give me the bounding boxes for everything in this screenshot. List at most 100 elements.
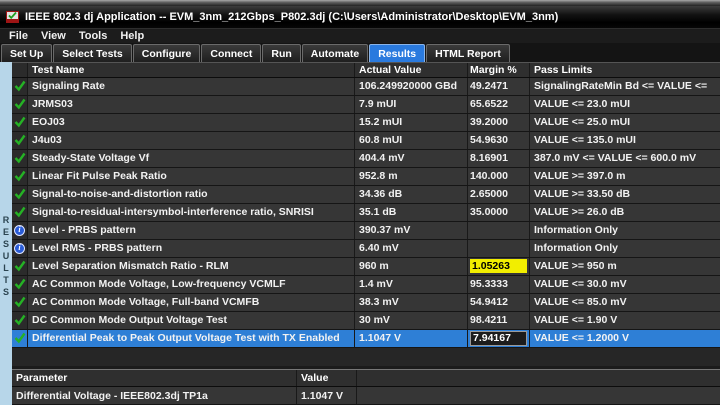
margin-column-header: Margin % — [468, 63, 530, 77]
status-column-header — [12, 63, 28, 77]
table-row[interactable]: DC Common Mode Output Voltage Test 30 mV 9… — [12, 311, 720, 330]
table-row[interactable]: Signaling Rate 106.249920000 GBd 49.2471 Si… — [12, 77, 720, 96]
table-row[interactable]: Signal-to-noise-and-distortion ratio 34.3… — [12, 185, 720, 204]
table-row[interactable]: AC Common Mode Voltage, Full-band VCMFB 3… — [12, 293, 720, 312]
parameter-column-header: Parameter — [12, 370, 297, 386]
table-row[interactable]: AC Common Mode Voltage, Low-frequency VC… — [12, 275, 720, 294]
parameter-name-cell: Differential Voltage - IEEE802.3dj TP1a — [12, 387, 297, 404]
menu-tools[interactable]: Tools — [79, 30, 108, 42]
margin-cell: 1.05263 — [468, 257, 530, 275]
margin-value: 54.9630 — [470, 134, 508, 147]
pass-check-icon — [14, 188, 26, 200]
table-row[interactable]: J4u03 60.8 mUI 54.9630 VALUE <= 135.0 mUI — [12, 131, 720, 150]
details-table-body: Differential Voltage - IEEE802.3dj TP1a 1… — [12, 387, 720, 405]
actual-value-cell: 390.37 mV — [355, 221, 468, 239]
margin-cell: 140.000 — [468, 167, 530, 185]
pass-limits-cell: 387.0 mV <= VALUE <= 600.0 mV — [534, 152, 697, 165]
status-cell — [12, 329, 28, 347]
actual-value-cell: 1.4 mV — [355, 275, 468, 293]
value-column-header: Value — [297, 370, 357, 386]
menu-view[interactable]: View — [41, 30, 66, 42]
margin-value: 2.65000 — [470, 188, 508, 201]
table-row[interactable]: Level Separation Mismatch Ratio - RLM 960… — [12, 257, 720, 276]
margin-value: 39.2000 — [470, 116, 508, 129]
table-row[interactable]: JRMS03 7.9 mUI 65.6522 VALUE <= 23.0 mUI — [12, 95, 720, 114]
menu-help[interactable]: Help — [120, 30, 144, 42]
test-name-cell: Level Separation Mismatch Ratio - RLM — [28, 257, 355, 275]
table-row[interactable]: i Level RMS - PRBS pattern 6.40 mV Informat… — [12, 239, 720, 258]
test-name-cell: Differential Peak to Peak Output Voltage… — [28, 329, 355, 347]
pass-limits-cell: SignalingRateMin Bd <= VALUE <= — [534, 80, 708, 93]
results-vertical-strip[interactable]: RESULTS — [0, 62, 12, 405]
status-cell — [12, 167, 28, 185]
results-strip-letter: L — [3, 263, 9, 273]
test-name-cell: JRMS03 — [28, 95, 355, 113]
table-row[interactable]: Linear Fit Pulse Peak Ratio 952.8 m 140.00… — [12, 167, 720, 186]
test-name-cell: Level - PRBS pattern — [28, 221, 355, 239]
actual-value-cell: 60.8 mUI — [355, 131, 468, 149]
pass-limits-cell: VALUE >= 33.50 dB — [534, 188, 631, 201]
menu-bar: File View Tools Help — [0, 28, 720, 43]
results-panel: Test Name Actual Value Margin % Pass Lim… — [12, 62, 720, 405]
parameter-row-spacer — [357, 387, 720, 404]
pass-check-icon — [14, 134, 26, 146]
pass-limits-cell: VALUE >= 397.0 m — [534, 170, 626, 183]
actual-value-cell: 952.8 m — [355, 167, 468, 185]
pass-check-icon — [14, 152, 26, 164]
table-row[interactable]: Steady-State Voltage Vf 404.4 mV 8.16901 38… — [12, 149, 720, 168]
status-cell — [12, 113, 28, 131]
margin-highlight-yellow: 1.05263 — [470, 259, 527, 274]
tab-automate[interactable]: Automate — [301, 44, 369, 62]
margin-cell: 2.65000 — [468, 185, 530, 203]
tab-connect[interactable]: Connect — [201, 44, 262, 62]
tab-configure[interactable]: Configure — [132, 44, 201, 62]
pass-limits-cell: VALUE <= 135.0 mUI — [534, 134, 636, 147]
margin-cell: 54.9630 — [468, 131, 530, 149]
tab-run[interactable]: Run — [262, 44, 301, 62]
margin-focus-cell: 7.94167 — [470, 330, 527, 346]
details-table-header: Parameter Value — [12, 370, 720, 387]
tab-results[interactable]: Results — [369, 44, 426, 62]
results-table-header: Test Name Actual Value Margin % Pass Lim… — [12, 62, 720, 78]
content-area: RESULTS Test Name Actual Value Margin % … — [0, 62, 720, 405]
status-cell — [12, 131, 28, 149]
tab-html-report[interactable]: HTML Report — [426, 44, 510, 62]
test-name-cell: Signal-to-noise-and-distortion ratio — [28, 185, 355, 203]
tab-select-tests[interactable]: Select Tests — [53, 44, 132, 62]
test-name-cell: AC Common Mode Voltage, Low-frequency VC… — [28, 275, 355, 293]
margin-value: 54.9412 — [470, 296, 508, 309]
window-title: IEEE 802.3 dj Application -- EVM_3nm_212… — [25, 11, 559, 23]
pass-check-icon — [14, 260, 26, 272]
test-name-cell: Steady-State Voltage Vf — [28, 149, 355, 167]
table-row[interactable]: EOJ03 15.2 mUI 39.2000 VALUE <= 25.0 mUI — [12, 113, 720, 132]
test-name-cell: AC Common Mode Voltage, Full-band VCMFB — [28, 293, 355, 311]
actual-value-cell: 34.36 dB — [355, 185, 468, 203]
actual-value-cell: 30 mV — [355, 311, 468, 329]
actual-value-cell: 15.2 mUI — [355, 113, 468, 131]
margin-cell — [468, 239, 530, 257]
title-bar[interactable]: IEEE 802.3 dj Application -- EVM_3nm_212… — [0, 6, 720, 28]
table-row[interactable]: Differential Peak to Peak Output Voltage… — [12, 329, 720, 348]
actual-value-column-header: Actual Value — [355, 63, 468, 77]
app-window: IEEE 802.3 dj Application -- EVM_3nm_212… — [0, 0, 720, 405]
pass-limits-cell: VALUE <= 85.0 mV — [534, 296, 627, 309]
pass-check-icon — [14, 278, 26, 290]
actual-value-cell: 1.1047 V — [355, 329, 468, 347]
parameter-row[interactable]: Differential Voltage - IEEE802.3dj TP1a 1… — [12, 387, 720, 405]
tab-set-up[interactable]: Set Up — [1, 44, 53, 62]
margin-cell: 54.9412 — [468, 293, 530, 311]
test-name-cell: Level RMS - PRBS pattern — [28, 239, 355, 257]
menu-file[interactable]: File — [9, 30, 28, 42]
status-cell — [12, 293, 28, 311]
pass-limits-cell: VALUE <= 25.0 mUI — [534, 116, 631, 129]
table-row[interactable]: Signal-to-residual-intersymbol-interfere… — [12, 203, 720, 222]
status-cell — [12, 275, 28, 293]
results-strip-letter: U — [2, 251, 10, 261]
pass-limits-cell: VALUE >= 26.0 dB — [534, 206, 625, 219]
app-icon — [6, 11, 20, 23]
pass-limits-cell: VALUE <= 1.2000 V — [534, 332, 629, 345]
table-row[interactable]: i Level - PRBS pattern 390.37 mV Informatio… — [12, 221, 720, 240]
tab-bar: Set Up Select Tests Configure Connect Ru… — [0, 43, 720, 62]
actual-value-cell: 6.40 mV — [355, 239, 468, 257]
margin-value: 35.0000 — [470, 206, 508, 219]
